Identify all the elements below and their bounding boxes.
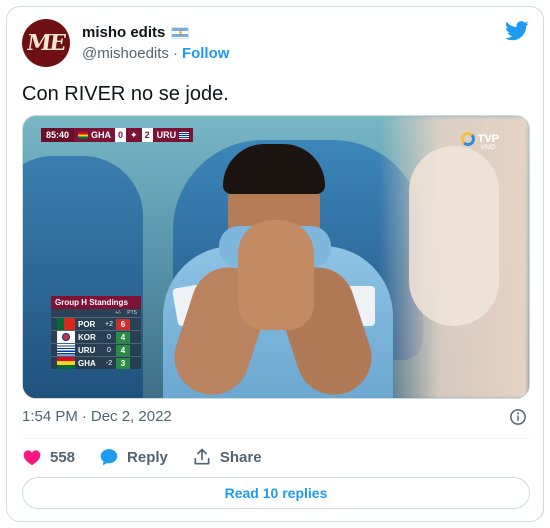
standings-team: POR: [78, 319, 96, 329]
home-score: 0: [115, 128, 127, 142]
speech-bubble-icon: [100, 449, 118, 466]
timestamp-separator: ·: [81, 408, 87, 425]
uruguay-flag-icon: [179, 131, 190, 139]
info-icon[interactable]: [509, 408, 527, 426]
ghana-flag-icon: [57, 357, 75, 369]
standings-pts: 6: [116, 318, 130, 330]
standings-title: Group H Standings: [51, 296, 141, 309]
tweet-date: Dec 2, 2022: [90, 408, 172, 425]
standings-pts: 4: [116, 331, 130, 343]
argentina-flag-icon: [171, 26, 190, 39]
away-team: URU: [156, 130, 177, 140]
standings-gd: -2: [105, 359, 113, 367]
twitter-bird-icon[interactable]: [505, 21, 529, 41]
share-label: Share: [219, 448, 262, 466]
tweet-time: 1:54 PM: [22, 408, 78, 425]
avatar[interactable]: ME: [22, 19, 70, 67]
tweet-text: Con RIVER no se jode.: [22, 83, 229, 105]
uruguay-flag-icon: [57, 344, 75, 356]
tvp-logo-icon: [460, 132, 475, 146]
separator-dot: ·: [172, 45, 178, 62]
broadcaster-name: TVP: [477, 133, 499, 145]
standings-gd: 0: [107, 346, 111, 354]
match-scorebar: 85:40 GHA 0 ✦ 2 URU: [41, 128, 194, 142]
divider: [22, 438, 530, 439]
korea-flag-icon: [57, 331, 75, 343]
handle[interactable]: @mishoedits: [82, 45, 169, 62]
standings-team: GHA: [78, 358, 96, 368]
standings-row: KOR 0 4: [51, 330, 141, 343]
reply-label: Reply: [127, 448, 168, 466]
broadcaster-sub: VIVO: [480, 145, 495, 151]
follow-button[interactable]: Follow: [182, 45, 230, 62]
standings-gd: +2: [105, 320, 113, 328]
world-cup-icon: ✦: [126, 128, 142, 142]
standings-row: URU 0 4: [51, 343, 141, 356]
standings-team: URU: [78, 345, 96, 355]
standings-row: GHA -2 3: [51, 356, 141, 369]
standings-pts: 4: [116, 344, 130, 356]
match-clock: 85:40: [41, 128, 75, 142]
standings-gd: 0: [107, 333, 111, 341]
portugal-flag-icon: [57, 318, 75, 330]
tweet-timestamp[interactable]: 1:54 PM · Dec 2, 2022: [22, 408, 172, 425]
ghana-flag-icon: [78, 131, 89, 139]
display-name[interactable]: misho edits: [82, 24, 165, 41]
standings-pts-header: PTS: [127, 310, 137, 316]
standings-gd-header: +/-: [115, 310, 122, 316]
home-team: GHA: [91, 130, 112, 140]
standings-row: POR +2 6: [51, 317, 141, 330]
avatar-logo: ME: [25, 30, 67, 56]
tweet-card: ME misho edits @mishoedits · Follow Con …: [6, 6, 544, 522]
author-name-row: misho edits: [82, 24, 190, 41]
reply-button[interactable]: Reply: [99, 447, 168, 467]
share-upload-icon: [194, 448, 210, 465]
standings-team: KOR: [78, 332, 96, 342]
like-button[interactable]: 558: [22, 447, 75, 467]
heart-icon: [23, 450, 41, 465]
handle-row: @mishoedits · Follow: [82, 45, 229, 62]
action-bar: 558 Reply Share: [22, 447, 286, 467]
broadcaster-logo: TVP VIVO: [460, 132, 499, 151]
away-score: 2: [141, 128, 153, 142]
read-replies-button[interactable]: Read 10 replies: [22, 477, 530, 509]
tweet-media-photo[interactable]: 85:40 GHA 0 ✦ 2 URU TVP VIVO Group H Sta…: [22, 115, 530, 399]
standings-pts: 3: [116, 357, 130, 369]
like-count: 558: [50, 448, 76, 466]
share-button[interactable]: Share: [192, 447, 262, 467]
group-standings-panel: Group H Standings +/- PTS POR +2 6 KOR 0…: [51, 296, 141, 369]
